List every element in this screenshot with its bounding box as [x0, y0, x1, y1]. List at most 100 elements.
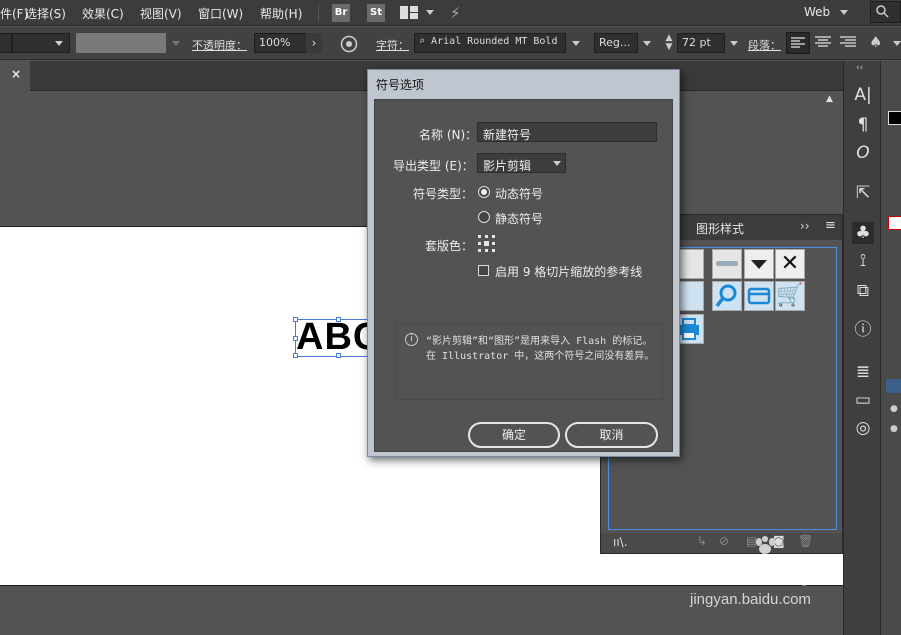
chevron-down-icon[interactable]: [55, 41, 63, 46]
align-left-button[interactable]: [786, 32, 810, 54]
static-symbol-radio[interactable]: [478, 211, 490, 223]
opentype-panel-icon[interactable]: O: [852, 142, 874, 164]
static-symbol-label[interactable]: 静态符号: [495, 210, 543, 227]
arrange-documents-icon[interactable]: [400, 5, 420, 20]
search-icon: ⌕: [419, 36, 432, 47]
export-type-label: 导出类型 (E)：: [393, 159, 474, 173]
character-panel-icon[interactable]: A|: [852, 84, 874, 106]
ok-button[interactable]: 确定: [468, 422, 560, 448]
eye-icon[interactable]: ●: [890, 424, 901, 434]
menu-effect[interactable]: 效果(C): [82, 5, 124, 22]
font-size-stepper[interactable]: ▲ ▼: [663, 34, 675, 54]
fill-swatch[interactable]: [888, 111, 901, 125]
right-panel-strip: ● ●: [880, 61, 901, 635]
stroke-dropdown[interactable]: [0, 33, 12, 53]
stock-icon[interactable]: St: [367, 4, 385, 22]
chevron-down-icon[interactable]: [426, 10, 434, 15]
info-icon: i: [405, 333, 418, 346]
library-icon[interactable]: ıı\.: [613, 535, 628, 549]
resize-handle[interactable]: [293, 336, 298, 341]
panel-footer: ıı\. ↳ ⊘ ▤ ◙ 🗑: [601, 533, 842, 553]
nine-slice-checkbox[interactable]: [478, 265, 489, 276]
dynamic-symbol-radio[interactable]: [478, 186, 490, 198]
nine-slice-label[interactable]: 启用 9 格切片缩放的参考线: [495, 263, 642, 280]
menu-bar: 件(F) 选择(S) 效果(C) 视图(V) 窗口(W) 帮助(H) Br St…: [0, 0, 901, 26]
break-link-icon[interactable]: ↳: [697, 534, 707, 548]
bridge-icon[interactable]: Br: [332, 4, 350, 22]
workspace-switcher[interactable]: Web: [804, 5, 830, 19]
registration-label: 套版色：: [425, 239, 474, 253]
resize-handle[interactable]: [293, 353, 298, 358]
chevron-down-icon[interactable]: [840, 10, 848, 15]
menu-view[interactable]: 视图(V): [140, 5, 182, 22]
transparency-panel-icon[interactable]: ◎: [852, 417, 874, 439]
close-icon[interactable]: ×: [11, 67, 21, 81]
align-center-button[interactable]: [812, 32, 834, 54]
eye-icon[interactable]: ●: [890, 404, 901, 414]
none-swatch[interactable]: [888, 216, 901, 230]
watermark-url: jingyan.baidu.com: [690, 591, 811, 608]
style-swatch[interactable]: [744, 249, 774, 279]
close-icon[interactable]: ✕: [775, 249, 805, 279]
menu-help[interactable]: 帮助(H): [260, 5, 302, 22]
export-type-value: 影片剪辑: [483, 159, 532, 173]
name-field[interactable]: 新建符号: [477, 122, 657, 142]
menu-select[interactable]: 选择(S): [25, 5, 66, 22]
right-panel-dock: ‹‹ A| ¶ O ⇱ ♣ ⟟ ⧉ ⓘ ≣ ▭ ◎: [843, 61, 880, 635]
chevron-down-icon[interactable]: [893, 41, 901, 46]
opacity-label[interactable]: 不透明度：: [192, 37, 247, 53]
paragraph-panel-icon[interactable]: ¶: [852, 114, 874, 136]
layers-panel-icon[interactable]: ≣: [852, 361, 874, 383]
opacity-field[interactable]: 100%: [254, 33, 310, 53]
info-text: “影片剪辑”和“图形”是用来导入 Flash 的标记。在 Illustrator…: [426, 336, 655, 362]
chevron-down-icon[interactable]: [643, 41, 651, 46]
resize-handle[interactable]: [336, 317, 341, 322]
gradient-panel-icon[interactable]: ▭: [852, 389, 874, 411]
chevron-right-icon[interactable]: ›: [306, 33, 322, 53]
chevron-down-icon[interactable]: [553, 161, 561, 166]
chevron-down-icon[interactable]: [572, 41, 580, 46]
variable-width-profile[interactable]: [76, 33, 166, 53]
dynamic-symbol-label[interactable]: 动态符号: [495, 185, 543, 202]
unlink-icon[interactable]: ⊘: [719, 534, 729, 548]
resize-handle[interactable]: [336, 353, 341, 358]
panel-tab-graphic-styles[interactable]: 图形样式: [696, 220, 744, 237]
chevron-down-icon[interactable]: [730, 41, 738, 46]
credit-card-icon[interactable]: [744, 281, 774, 311]
panel-menu-icon[interactable]: ≡: [825, 218, 836, 233]
layer-row-selected[interactable]: [886, 379, 901, 393]
scroll-up-icon[interactable]: ▲: [826, 94, 838, 104]
brushes-panel-icon[interactable]: ⟟: [852, 250, 874, 272]
menu-window[interactable]: 窗口(W): [198, 5, 243, 22]
registration-grid-icon[interactable]: [477, 234, 496, 253]
dialog-body: 名称 (N)： 新建符号 导出类型 (E)： 影片剪辑 符号类型： 动态符号 静…: [374, 99, 673, 452]
character-label[interactable]: 字符：: [376, 37, 409, 53]
gpu-performance-icon[interactable]: ⚡: [450, 4, 472, 22]
artboards-panel-icon[interactable]: ⧉: [852, 280, 874, 302]
symbols-panel-icon[interactable]: ♣: [852, 222, 874, 244]
collapse-dock-icon[interactable]: ‹‹: [856, 63, 863, 73]
panel-collapse-icon[interactable]: ››: [800, 219, 810, 233]
recolor-artwork-icon[interactable]: [340, 35, 358, 53]
chevron-down-icon[interactable]: [172, 41, 180, 46]
font-size-field[interactable]: 72 pt: [677, 33, 725, 53]
search-input[interactable]: [870, 1, 901, 23]
font-style-field[interactable]: Reg...: [594, 33, 638, 53]
search-icon[interactable]: [712, 281, 742, 311]
shopping-cart-icon[interactable]: 🛒: [775, 281, 805, 311]
cancel-button[interactable]: 取消: [565, 422, 658, 448]
style-swatch[interactable]: [712, 249, 742, 279]
control-bar: 不透明度： 100% › 字符： ⌕ Arial Rounded MT Bold…: [0, 27, 901, 60]
symbol-type-label: 符号类型：: [413, 187, 474, 201]
paragraph-label[interactable]: 段落：: [748, 37, 781, 53]
resize-handle[interactable]: [293, 317, 298, 322]
info-box: i “影片剪辑”和“图形”是用来导入 Flash 的标记。在 Illustrat…: [395, 323, 663, 400]
export-icon[interactable]: ⇱: [852, 182, 874, 204]
font-family-field[interactable]: ⌕ Arial Rounded MT Bold: [414, 33, 566, 53]
global-edit-icon[interactable]: ♠: [869, 33, 889, 53]
document-tab[interactable]: ×: [0, 61, 30, 91]
info-icon[interactable]: ⓘ: [852, 319, 874, 341]
trash-icon[interactable]: 🗑: [798, 534, 813, 548]
name-label: 名称 (N)：: [419, 128, 478, 142]
align-right-button[interactable]: [837, 32, 859, 54]
